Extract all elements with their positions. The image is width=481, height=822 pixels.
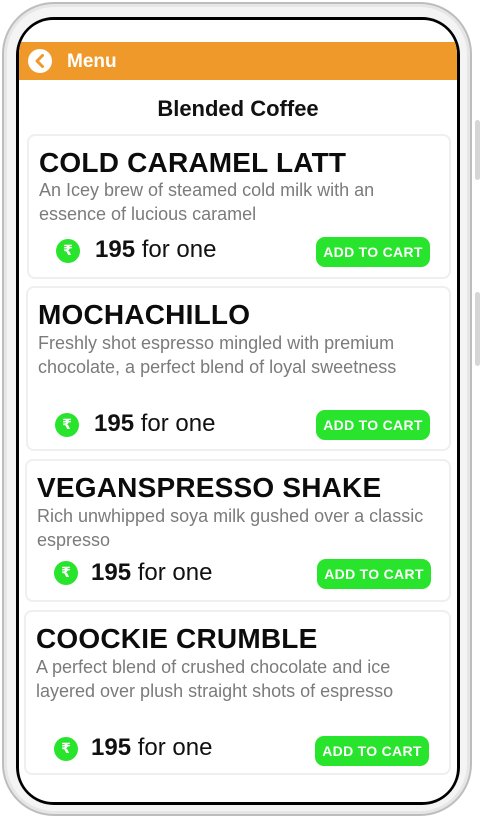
add-to-cart-button[interactable]: ADD TO CART xyxy=(316,237,430,267)
rupee-icon: ₹ xyxy=(55,413,79,437)
item-price: 195 for one xyxy=(91,559,212,587)
price-suffix: for one xyxy=(134,410,216,437)
item-price: 195 for one xyxy=(91,734,212,762)
rupee-icon: ₹ xyxy=(56,239,80,263)
price-suffix: for one xyxy=(135,236,217,263)
price-amount: 195 xyxy=(91,734,132,761)
menu-item-card: COLD CARAMEL LATT An Icey brew of steame… xyxy=(27,134,451,279)
chevron-left-icon[interactable] xyxy=(28,49,52,73)
page-title: Blended Coffee xyxy=(157,96,319,121)
item-price: 195 for one xyxy=(95,236,216,264)
header-title[interactable]: Menu xyxy=(67,51,117,73)
volume-down-button xyxy=(475,292,480,366)
rupee-icon: ₹ xyxy=(54,561,78,585)
price-amount: 195 xyxy=(91,559,132,586)
item-name: COLD CARAMEL LATT xyxy=(39,147,347,178)
rupee-icon: ₹ xyxy=(54,737,78,761)
price-suffix: for one xyxy=(131,559,213,586)
price-amount: 195 xyxy=(95,236,136,263)
item-description: Rich unwhipped soya milk gushed over a c… xyxy=(37,506,424,550)
price-amount: 195 xyxy=(94,410,135,437)
item-name: MOCHACHILLO xyxy=(38,299,251,330)
item-name: COOCKIE CRUMBLE xyxy=(36,623,318,654)
add-to-cart-button[interactable]: ADD TO CART xyxy=(315,736,429,766)
price-suffix: for one xyxy=(131,734,213,761)
phone-screen: Menu Blended Coffee COLD CARAMEL LATT An… xyxy=(16,17,460,805)
item-name: VEGANSPRESSO SHAKE xyxy=(37,472,382,503)
menu-item-card: COOCKIE CRUMBLE A perfect blend of crush… xyxy=(24,610,451,775)
app-screen: Menu Blended Coffee COLD CARAMEL LATT An… xyxy=(19,20,457,802)
add-to-cart-button[interactable]: ADD TO CART xyxy=(317,559,431,589)
menu-item-card: VEGANSPRESSO SHAKE Rich unwhipped soya m… xyxy=(25,459,451,602)
item-price: 195 for one xyxy=(94,410,215,438)
item-description: An Icey brew of steamed cold milk with a… xyxy=(39,180,375,224)
item-description: A perfect blend of crushed chocolate and… xyxy=(36,657,394,701)
item-description: Freshly shot espresso mingled with premi… xyxy=(38,333,397,377)
volume-up-button xyxy=(475,120,480,180)
add-to-cart-button[interactable]: ADD TO CART xyxy=(316,410,430,440)
menu-item-card: MOCHACHILLO Freshly shot espresso mingle… xyxy=(26,286,451,451)
app-header: Menu xyxy=(19,42,457,80)
